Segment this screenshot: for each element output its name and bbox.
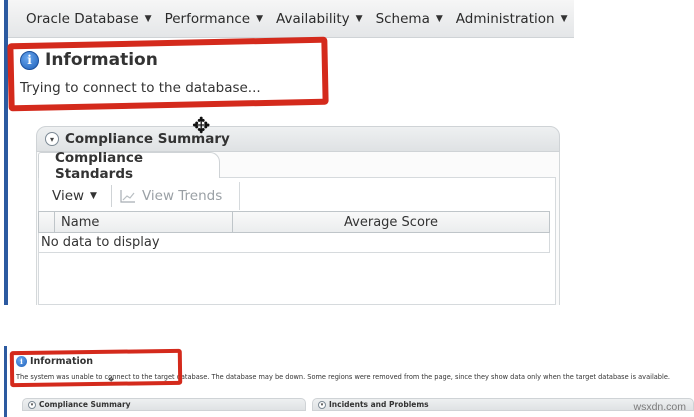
watermark-text: wsxdn.com [633, 401, 686, 413]
table-header-row: Name Average Score [38, 211, 550, 233]
column-header-name[interactable]: Name [55, 212, 233, 232]
menu-schema[interactable]: Schema ▼ [376, 11, 443, 27]
column-header-average-score[interactable]: Average Score [233, 212, 549, 232]
menu-performance[interactable]: Performance ▼ [165, 11, 263, 27]
view-menu-button[interactable]: View ▼ [52, 188, 97, 204]
menu-availability[interactable]: Availability ▼ [276, 11, 363, 27]
tab-label: Compliance Standards [55, 149, 144, 182]
chevron-down-icon: ▼ [256, 13, 264, 24]
move-cursor-icon: ✥ [192, 114, 211, 139]
chevron-down-icon: ▼ [560, 13, 568, 24]
chevron-down-icon: ▼ [355, 13, 363, 24]
compliance-summary-header[interactable]: ▾ Compliance Summary [36, 126, 560, 152]
highlight-annotation-box [7, 36, 329, 112]
toolbar-separator [110, 185, 112, 207]
bottom-highlight-annotation-box [9, 348, 183, 388]
collapse-chevron-icon[interactable]: ▾ [45, 132, 59, 146]
row-select-column[interactable] [39, 212, 55, 232]
collapse-chevron-icon[interactable]: ▾ [28, 400, 36, 409]
menu-administration[interactable]: Administration ▼ [456, 11, 568, 27]
collapse-chevron-icon[interactable]: ▾ [318, 400, 326, 409]
trend-chart-icon [120, 190, 135, 203]
chevron-down-icon: ▼ [144, 13, 152, 24]
main-menu-bar: Oracle Database ▼ Performance ▼ Availabi… [8, 0, 574, 38]
chevron-down-icon: ▼ [90, 191, 97, 201]
view-trends-button[interactable]: View Trends [120, 188, 222, 204]
bottom-compliance-summary-header[interactable]: ▾ Compliance Summary [22, 398, 306, 411]
chevron-down-icon: ▼ [435, 13, 443, 24]
tab-compliance-standards[interactable]: Compliance Standards [38, 150, 220, 182]
table-empty-message: No data to display [38, 233, 550, 253]
table-toolbar: View ▼ View Trends [44, 182, 240, 210]
pointer-cursor-icon: ⌖ [108, 373, 115, 386]
menu-oracle-database[interactable]: Oracle Database ▼ [26, 11, 152, 27]
